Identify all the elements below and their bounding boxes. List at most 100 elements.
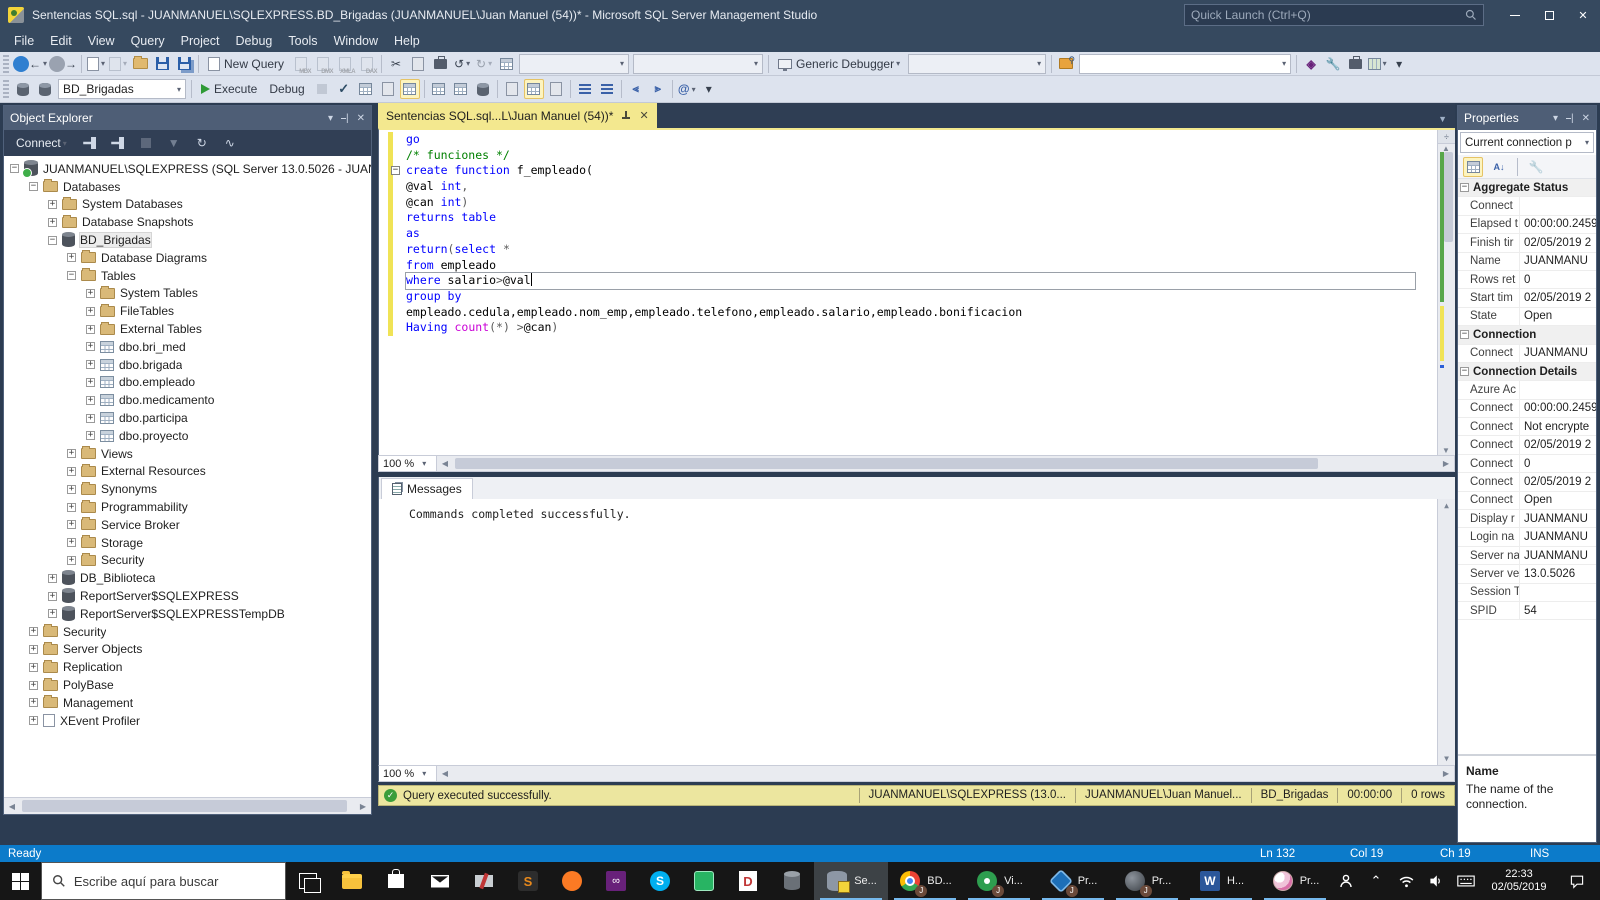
taskbar-green-button[interactable]: J Vi... [962,862,1036,900]
stop-icon[interactable] [136,133,156,153]
tree-item[interactable]: + Database Diagrams [4,249,371,267]
speaker-icon[interactable] [1422,862,1450,900]
tree-expander-icon[interactable]: − [48,235,57,245]
filter-icon[interactable]: ▼ [164,133,184,153]
visual-studio-button[interactable]: ∞ [594,862,638,900]
alphabetical-button[interactable]: A↓ [1489,157,1509,177]
tree-item[interactable]: + Security [4,552,371,570]
results-to-grid-button[interactable] [523,79,544,99]
money-app-button[interactable] [462,862,506,900]
property-category-row[interactable]: − Aggregate Status [1458,179,1596,198]
sql-editor[interactable]: go/* funciones */− create function f_empl… [378,128,1455,455]
menu-item-tools[interactable]: Tools [280,31,325,51]
snippet-button[interactable]: @ ▾ [677,79,697,99]
tree-item[interactable]: + External Tables [4,320,371,338]
menu-item-project[interactable]: Project [173,31,228,51]
new-query-button[interactable]: New Query [203,54,289,74]
property-row[interactable]: Server na JUANMANU [1458,546,1596,566]
tree-expander-icon[interactable]: + [67,520,76,530]
taskbar-chrome-button[interactable]: J BD... [888,862,962,900]
tree-item[interactable]: + Programmability [4,498,371,516]
tree-item[interactable]: + FileTables [4,302,371,320]
tree-expander-icon[interactable]: + [86,377,95,387]
green-app-button[interactable] [682,862,726,900]
editor-vscrollbar[interactable]: ÷ ▲ ▼ [1437,130,1455,455]
debug-platform-combo[interactable]: ▾ [908,53,1047,74]
scroll-up-icon[interactable]: ▲ [1438,501,1455,510]
scroll-left-icon[interactable]: ◀ [437,456,453,471]
connect-button[interactable]: Connect ▾ [11,133,72,153]
tree-expander-icon[interactable]: + [86,342,95,352]
tree-item[interactable]: + dbo.empleado [4,374,371,392]
tree-item[interactable]: − Tables [4,267,371,285]
property-row[interactable]: Display r JUANMANU [1458,510,1596,529]
tree-expander-icon[interactable]: + [48,591,57,601]
touch-keyboard-icon[interactable] [1452,862,1480,900]
open-file-button[interactable] [130,54,150,74]
property-row[interactable]: Connect JUANMANU [1458,344,1596,363]
toolbar-grip[interactable] [3,54,9,73]
property-row[interactable]: Start tim 02/05/2019 2 [1458,289,1596,308]
tree-item[interactable]: + dbo.bri_med [4,338,371,356]
scroll-right-icon[interactable]: ▶ [1438,456,1454,471]
property-row[interactable]: Connect 02/05/2019 2 [1458,436,1596,455]
tree-expander-icon[interactable]: − [29,182,38,192]
selection-box-button[interactable] [496,54,516,74]
property-row[interactable]: Connect 02/05/2019 2 [1458,473,1596,492]
connect-object-icon[interactable] [80,133,100,153]
tree-expander-icon[interactable]: + [29,716,38,726]
pin-icon[interactable]: ⎯| [1566,113,1574,124]
tree-expander-icon[interactable]: + [86,395,95,405]
vs-extension-button[interactable]: ◈ [1301,54,1321,74]
code-area[interactable]: go/* funciones */− create function f_empl… [391,132,1416,336]
tree-expander-icon[interactable]: − [67,271,76,281]
close-icon[interactable]: ✕ [1582,113,1590,124]
scroll-left-icon[interactable]: ◀ [4,798,20,814]
tree-item[interactable]: + Synonyms [4,480,371,498]
collapse-minus-icon[interactable]: − [1460,183,1469,193]
tree-expander-icon[interactable]: + [67,555,76,565]
tree-item[interactable]: + DB_Biblioteca [4,569,371,587]
debug-target-combo[interactable]: ▾ [519,53,630,74]
collapse-minus-icon[interactable]: − [391,166,400,176]
undo-button[interactable]: ↺ ▾ [452,54,472,74]
task-view-button[interactable] [286,862,330,900]
tree-item[interactable]: + External Resources [4,463,371,481]
property-row[interactable]: State Open [1458,307,1596,327]
wrench-button[interactable]: 🔧 [1323,54,1343,74]
tree-expander-icon[interactable]: + [29,644,38,654]
property-row[interactable]: Azure Ac [1458,381,1596,400]
messages-vscrollbar[interactable]: ▲ ▼ [1437,499,1455,765]
property-row[interactable]: Connect 0 [1458,454,1596,474]
scroll-thumb[interactable] [22,800,347,812]
tree-item[interactable]: + System Tables [4,285,371,303]
property-row[interactable]: Connect Not encrypte [1458,418,1596,437]
cancel-query-button[interactable] [312,79,332,99]
mail-button[interactable] [418,862,462,900]
collapse-minus-icon[interactable]: − [1460,367,1469,377]
window-position-icon[interactable]: ▾ [328,113,333,124]
collapse-minus-icon[interactable]: − [1460,330,1469,340]
property-row[interactable]: Name JUANMANU [1458,252,1596,271]
skype-button[interactable]: S [638,862,682,900]
messages-panel[interactable]: Commands completed successfully. ▲ ▼ [378,499,1455,765]
tree-expander-icon[interactable]: + [86,431,95,441]
template-parameters-button[interactable] [356,79,376,99]
toolbar-grip[interactable] [3,80,9,98]
tree-expander-icon[interactable]: + [29,662,38,672]
xampp-button[interactable] [550,862,594,900]
tree-item[interactable]: + ReportServer$SQLEXPRESS [4,587,371,605]
document-tab[interactable]: Sentencias SQL.sql...L\Juan Manuel (54))… [378,103,657,128]
database-combo[interactable]: BD_Brigadas ▾ [58,79,186,99]
connect-database-button[interactable] [13,79,33,99]
execute-button[interactable]: Execute [196,79,262,99]
tree-item[interactable]: − BD_Brigadas [4,231,371,249]
tree-expander-icon[interactable]: − [10,164,19,174]
tree-expander-icon[interactable]: + [67,253,76,263]
store-button[interactable] [374,862,418,900]
messages-zoom-combo[interactable]: 100 % ▾ [379,766,437,781]
nav-back-button[interactable]: ← ▾ [13,54,47,74]
start-button[interactable] [0,862,41,900]
close-icon[interactable]: ✕ [639,109,648,122]
menu-item-edit[interactable]: Edit [42,31,80,51]
